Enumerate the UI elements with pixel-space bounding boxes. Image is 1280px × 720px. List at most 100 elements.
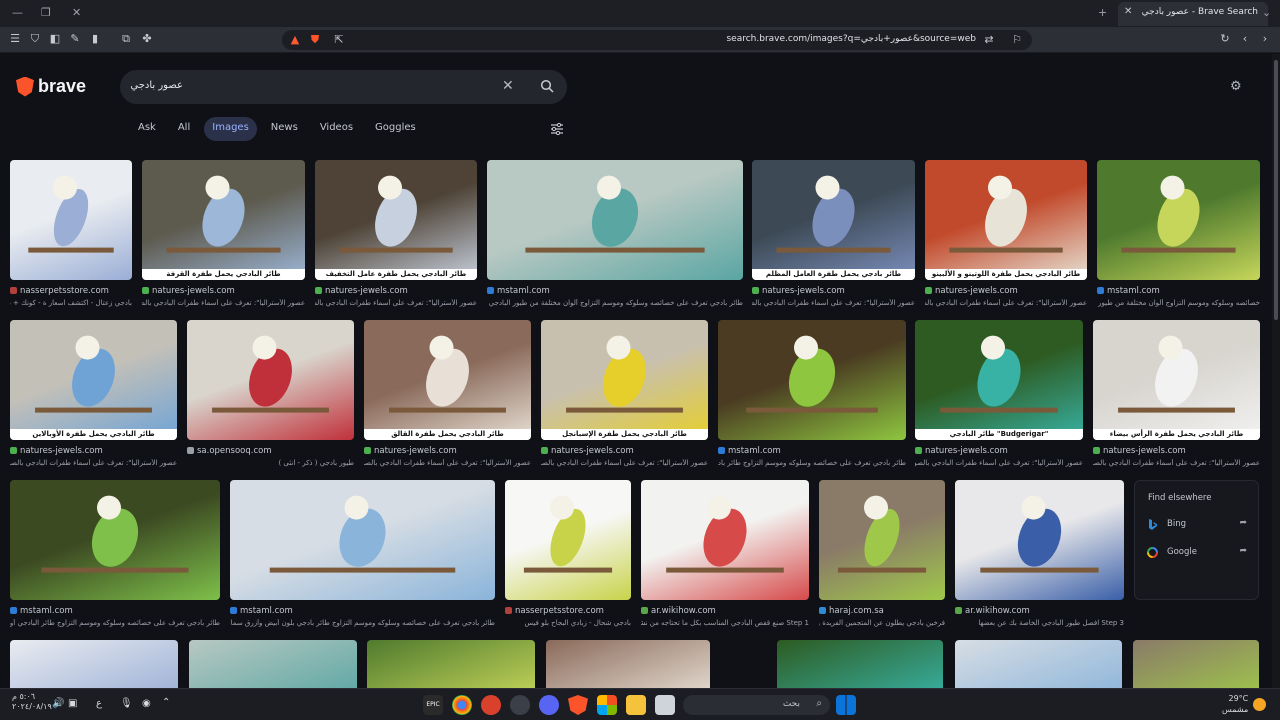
- result-thumbnail[interactable]: [1097, 160, 1260, 280]
- browser-tab-active[interactable]: ✕ Brave Search - عصور بادجي: [1118, 2, 1268, 26]
- result-thumbnail[interactable]: [230, 480, 495, 600]
- start-button-icon[interactable]: [836, 695, 856, 715]
- result-thumbnail[interactable]: [10, 160, 132, 280]
- result-thumbnail[interactable]: طائر البادجي يحمل طفرة الإسبانجل: [541, 320, 708, 440]
- result-thumbnail[interactable]: [819, 480, 945, 600]
- search-icon[interactable]: [540, 79, 554, 93]
- result-thumbnail[interactable]: [505, 480, 631, 600]
- image-result-card[interactable]: mstaml.com طائر بادجي تعرف على خصائصه وسل…: [487, 160, 743, 320]
- result-source[interactable]: ar.wikihow.com: [641, 606, 809, 616]
- result-thumbnail[interactable]: [777, 640, 943, 688]
- extensions-icon[interactable]: ✎: [68, 32, 82, 46]
- image-result-card[interactable]: nasserpetsstore.com بادجي زعتال - اكتشف ا…: [10, 160, 132, 320]
- image-result-card[interactable]: ar.wikihow.com Step 3 افصل طيور البادجي ا…: [955, 480, 1124, 640]
- result-source[interactable]: mstaml.com: [1097, 286, 1260, 296]
- brave-taskbar-icon[interactable]: [568, 695, 588, 715]
- image-result-card[interactable]: طائر البادجي يحمل طفرة القرفة natures-jew…: [142, 160, 305, 320]
- result-source[interactable]: mstaml.com: [230, 606, 495, 616]
- result-thumbnail[interactable]: طائر بادجي يحمل طفرة العامل المظلم: [752, 160, 915, 280]
- find-on-google[interactable]: Google ➦: [1147, 545, 1247, 561]
- result-thumbnail[interactable]: طائر البادجي يحمل طفرة الرأس بيضاء: [1093, 320, 1260, 440]
- result-source[interactable]: ar.wikihow.com: [955, 606, 1124, 616]
- tab-search-icon[interactable]: ⌄: [1262, 6, 1271, 19]
- bookmark-icon[interactable]: ⚐: [1010, 33, 1024, 47]
- sidebar-icon[interactable]: ▮: [88, 32, 102, 46]
- image-result-card[interactable]: haraj.com.sa فرخين بادجي يطلون عن المتجمي…: [819, 480, 945, 640]
- image-result-card[interactable]: sa.opensooq.com طيور بادجي ( ذكر - انثى ): [187, 320, 354, 480]
- result-source[interactable]: mstaml.com: [10, 606, 220, 616]
- image-result-card[interactable]: mstaml.com طائر بادجي تعرف على خصائصه وسل…: [230, 480, 495, 640]
- image-result-card[interactable]: mstaml.com طائر بادجي تعرف على خصائصه وسل…: [718, 320, 906, 480]
- result-source[interactable]: sa.opensooq.com: [187, 446, 354, 456]
- speaker-icon[interactable]: 🔊: [52, 698, 64, 709]
- image-result-card[interactable]: "Budgerigar" طائر البادجي natures-jewels.…: [915, 320, 1083, 480]
- scrollbar-thumb[interactable]: [1274, 60, 1278, 320]
- result-thumbnail[interactable]: [10, 640, 178, 688]
- image-result-card[interactable]: طائر بادجي يحمل طفرة العامل المظلم nature…: [752, 160, 915, 320]
- result-thumbnail[interactable]: [367, 640, 535, 688]
- filters-icon[interactable]: [550, 122, 564, 136]
- search-bar[interactable]: عصور بادجي ✕: [120, 70, 567, 104]
- tab-news[interactable]: News: [263, 117, 306, 141]
- result-thumbnail[interactable]: [955, 640, 1122, 688]
- chrome-icon[interactable]: [452, 695, 472, 715]
- result-source[interactable]: natures-jewels.com: [364, 446, 531, 456]
- file-explorer-icon[interactable]: [626, 695, 646, 715]
- result-source[interactable]: natures-jewels.com: [142, 286, 305, 296]
- image-result-card[interactable]: ar.wikihow.com Step 1 صنع قفص البادجي الم…: [641, 480, 809, 640]
- forward-icon[interactable]: ›: [1258, 32, 1272, 46]
- result-source[interactable]: natures-jewels.com: [541, 446, 708, 456]
- brave-shields-icon[interactable]: ⛊: [308, 33, 322, 47]
- find-on-bing[interactable]: Bing ➦: [1147, 517, 1247, 533]
- result-source[interactable]: nasserpetsstore.com: [10, 286, 132, 296]
- result-thumbnail[interactable]: [546, 640, 710, 688]
- image-result-card[interactable]: طائر البادجي يحمل طفرة عامل التخفيف natur…: [315, 160, 477, 320]
- network-icon[interactable]: ▣: [68, 698, 77, 709]
- show-hidden-icons[interactable]: ⌃: [162, 697, 170, 708]
- back-icon[interactable]: ‹: [1238, 32, 1252, 46]
- input-language[interactable]: ع: [96, 698, 102, 709]
- image-result-card[interactable]: mstaml.com طائر بادجي تعرف على خصائصه وسل…: [10, 480, 220, 640]
- close-tab-icon[interactable]: ✕: [1124, 6, 1132, 17]
- result-source[interactable]: natures-jewels.com: [915, 446, 1083, 456]
- image-result-card[interactable]: nasserpetsstore.com بادجي شحال - زبادي ال…: [505, 480, 631, 640]
- result-thumbnail[interactable]: طائر البادجي يحمل طفرة اللوتينو و الألبي…: [925, 160, 1087, 280]
- task-view-icon[interactable]: [655, 695, 675, 715]
- recording-icon[interactable]: ◉: [142, 698, 151, 709]
- result-thumbnail[interactable]: [955, 480, 1124, 600]
- reload-icon[interactable]: ↻: [1218, 32, 1232, 46]
- weather-widget[interactable]: 29°C مشمس: [1222, 693, 1248, 715]
- screenshot-icon[interactable]: ⧉: [119, 32, 133, 46]
- result-thumbnail[interactable]: [10, 480, 220, 600]
- tab-all[interactable]: All: [170, 117, 198, 141]
- tab-goggles[interactable]: Goggles: [367, 117, 424, 141]
- clear-search-icon[interactable]: ✕: [502, 78, 514, 94]
- microphone-icon[interactable]: 🎙: [120, 698, 133, 709]
- menu-icon[interactable]: ☰: [8, 32, 22, 46]
- image-result-card[interactable]: طائر البادجي يحمل طفرة الأوبالاين natures…: [10, 320, 177, 480]
- result-source[interactable]: haraj.com.sa: [819, 606, 945, 616]
- result-source[interactable]: mstaml.com: [718, 446, 906, 456]
- result-source[interactable]: natures-jewels.com: [1093, 446, 1260, 456]
- image-result-card[interactable]: طائر البادجي يحمل طفرة القالق natures-jew…: [364, 320, 531, 480]
- image-result-card[interactable]: طائر البادجي يحمل طفرة الرأس بيضاء nature…: [1093, 320, 1260, 480]
- close-window-icon[interactable]: ✕: [72, 6, 81, 19]
- new-tab-icon[interactable]: +: [1098, 6, 1107, 19]
- microsoft-store-icon[interactable]: [597, 695, 617, 715]
- result-thumbnail[interactable]: طائر البادجي يحمل طفرة الأوبالاين: [10, 320, 177, 440]
- tab-ask[interactable]: Ask: [130, 117, 164, 141]
- brave-logo[interactable]: brave: [16, 76, 86, 97]
- tab-images[interactable]: Images: [204, 117, 257, 141]
- address-bar[interactable]: ▲ ⛊ ⇱ search.brave.com/images?q=عصور+باد…: [282, 30, 1032, 50]
- restore-icon[interactable]: ❐: [41, 6, 51, 19]
- minimize-icon[interactable]: —: [12, 6, 23, 19]
- site-settings-icon[interactable]: ⇄: [982, 33, 996, 47]
- result-source[interactable]: natures-jewels.com: [925, 286, 1087, 296]
- result-source[interactable]: natures-jewels.com: [10, 446, 177, 456]
- app-red-icon[interactable]: [481, 695, 501, 715]
- clock[interactable]: ٥:٠٦ م ٢٠٢٤/٠٨/١٩: [12, 692, 52, 712]
- discord-icon[interactable]: [539, 695, 559, 715]
- result-source[interactable]: nasserpetsstore.com: [505, 606, 631, 616]
- search-input[interactable]: عصور بادجي: [130, 80, 183, 91]
- image-result-card[interactable]: mstaml.com خصائصه وسلوكه وموسم التزاوج أل…: [1097, 160, 1260, 320]
